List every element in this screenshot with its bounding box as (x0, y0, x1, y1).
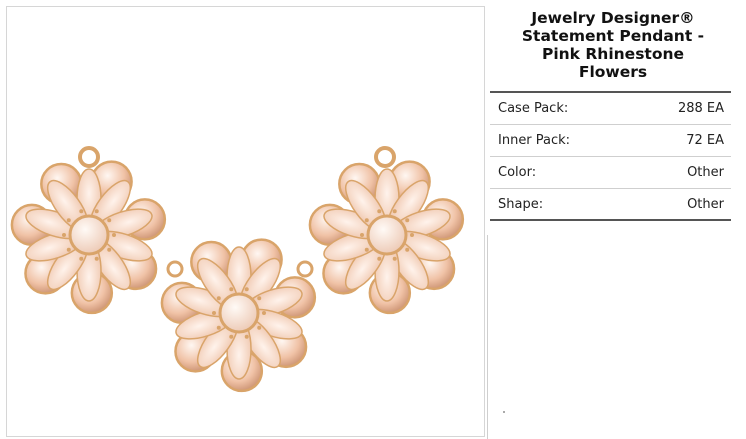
link-ring-right (296, 260, 314, 278)
title-line: Jewelry Designer® (531, 9, 695, 27)
gold-bead (410, 233, 414, 237)
spec-table: Case Pack: 288 EA Inner Pack: 72 EA Colo… (490, 91, 731, 221)
gold-bead (262, 311, 266, 315)
gold-bead (377, 209, 382, 214)
gold-bead (229, 287, 234, 292)
gold-bead (392, 256, 397, 261)
gold-bead (392, 209, 397, 214)
spec-row-case-pack: Case Pack: 288 EA (490, 93, 731, 125)
title-line: Pink Rhinestone (541, 45, 685, 63)
gold-bead (79, 209, 84, 214)
gold-bead (216, 296, 221, 301)
spec-label: Shape: (498, 196, 544, 212)
gold-bead (66, 218, 71, 223)
flower-center-stone (366, 214, 408, 256)
gold-bead (405, 247, 410, 252)
spec-label: Inner Pack: (498, 133, 571, 148)
spec-label: Case Pack: (498, 101, 569, 116)
title-line: Flowers (578, 63, 648, 81)
page-divider (487, 235, 488, 439)
title-line: Statement Pendant - (521, 27, 705, 45)
bail-left (78, 146, 100, 168)
link-ring-left (166, 260, 184, 278)
gold-bead (94, 209, 99, 214)
gold-bead (212, 311, 216, 315)
flower-center-stone (68, 214, 110, 256)
stray-dot (503, 411, 505, 413)
gold-bead (216, 325, 221, 330)
spec-value: Other (687, 165, 724, 180)
gold-bead (229, 334, 234, 339)
spec-row-shape: Shape: Other (490, 189, 731, 221)
gold-bead (405, 218, 410, 223)
spec-value: Other (687, 196, 724, 212)
gold-bead (94, 256, 99, 261)
spec-row-color: Color: Other (490, 157, 731, 189)
gold-bead (244, 334, 249, 339)
gold-bead (364, 218, 369, 223)
flower-center (160, 238, 317, 393)
flower-right (308, 160, 465, 315)
pendant-illustration (10, 146, 465, 393)
gold-bead (79, 256, 84, 261)
bail-right (374, 146, 396, 168)
spec-value: 288 EA (677, 101, 724, 116)
spec-row-inner-pack: Inner Pack: 72 EA (490, 125, 731, 157)
product-title: Jewelry Designer® Statement Pendant - Pi… (490, 9, 736, 81)
gold-bead (62, 233, 66, 237)
gold-bead (107, 218, 112, 223)
flower-center-stone (218, 292, 260, 334)
gold-bead (112, 233, 116, 237)
flower-left (10, 160, 167, 315)
gold-bead (257, 296, 262, 301)
spec-value: 72 EA (686, 133, 724, 148)
gold-bead (364, 247, 369, 252)
gold-bead (257, 325, 262, 330)
gold-bead (66, 247, 71, 252)
product-image (6, 6, 485, 437)
spec-label: Color: (498, 165, 537, 180)
gold-bead (244, 287, 249, 292)
gold-bead (107, 247, 112, 252)
gold-bead (360, 233, 364, 237)
gold-bead (377, 256, 382, 261)
